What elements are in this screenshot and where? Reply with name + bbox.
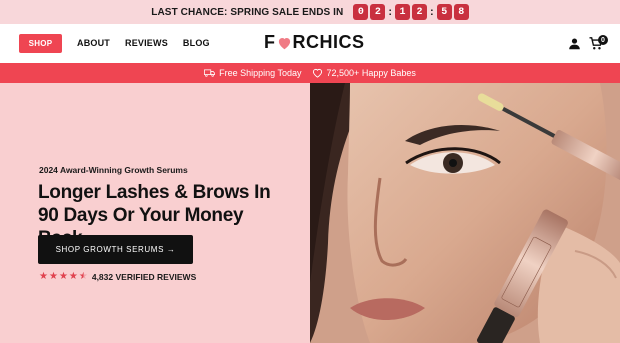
site-header: SHOP ABOUT REVIEWS BLOG F RCHICS 0: [0, 24, 620, 63]
hero-text-panel: 2024 Award-Winning Growth Serums Longer …: [0, 83, 310, 343]
happy-babes-note: 72,500+ Happy Babes: [312, 68, 416, 78]
heart-outline-icon: [312, 68, 322, 78]
shop-growth-serums-button[interactable]: SHOP GROWTH SERUMS →: [38, 235, 193, 264]
free-shipping-text: Free Shipping Today: [219, 68, 302, 78]
model-applying-brow-serum: [310, 83, 620, 343]
account-icon[interactable]: [568, 37, 581, 50]
countdown-digit: 1: [395, 4, 411, 20]
announcement-bar: LAST CHANCE: SPRING SALE ENDS IN 0 2 : 1…: [0, 0, 620, 24]
countdown-digit: 2: [370, 4, 386, 20]
countdown-digit: 5: [436, 4, 452, 20]
countdown-digit: 8: [453, 4, 469, 20]
happy-babes-text: 72,500+ Happy Babes: [326, 68, 416, 78]
award-tagline: 2024 Award-Winning Growth Serums: [39, 165, 188, 175]
star-icon: ★: [39, 271, 48, 282]
main-nav: ABOUT REVIEWS BLOG: [77, 38, 210, 48]
truck-icon: [204, 69, 216, 77]
countdown-digit: 0: [353, 4, 369, 20]
logo-text-left: F: [264, 32, 276, 52]
cart-count-badge: 0: [598, 35, 608, 45]
star-icon: ★: [48, 271, 58, 282]
hero-image: [310, 83, 620, 343]
site-logo[interactable]: F RCHICS: [264, 32, 365, 53]
logo-text-right: RCHICS: [292, 32, 365, 52]
verified-reviews-count: 4,832 VERIFIED REVIEWS: [91, 272, 197, 282]
star-icon: ★: [58, 271, 68, 282]
shop-button[interactable]: SHOP: [19, 34, 62, 53]
countdown-separator: :: [388, 6, 393, 18]
promo-strip: Free Shipping Today 72,500+ Happy Babes: [0, 63, 620, 83]
star-rating: ★ ★ ★ ★ ★: [39, 272, 88, 282]
heart-icon: [278, 37, 290, 49]
star-icon: ★: [68, 271, 78, 282]
countdown-timer: 0 2 : 1 2 : 5 8: [353, 4, 469, 20]
cart-button[interactable]: 0: [589, 35, 609, 52]
countdown-separator: :: [430, 6, 434, 18]
countdown-digit: 2: [412, 4, 428, 20]
nav-blog[interactable]: BLOG: [183, 38, 210, 48]
rating-summary[interactable]: ★ ★ ★ ★ ★ 4,832 VERIFIED REVIEWS: [39, 272, 197, 283]
announcement-text: LAST CHANCE: SPRING SALE ENDS IN: [151, 6, 344, 18]
nav-about[interactable]: ABOUT: [77, 38, 110, 48]
free-shipping-note: Free Shipping Today: [204, 68, 302, 78]
half-star-icon: ★: [78, 271, 88, 282]
nav-reviews[interactable]: REVIEWS: [125, 38, 168, 48]
